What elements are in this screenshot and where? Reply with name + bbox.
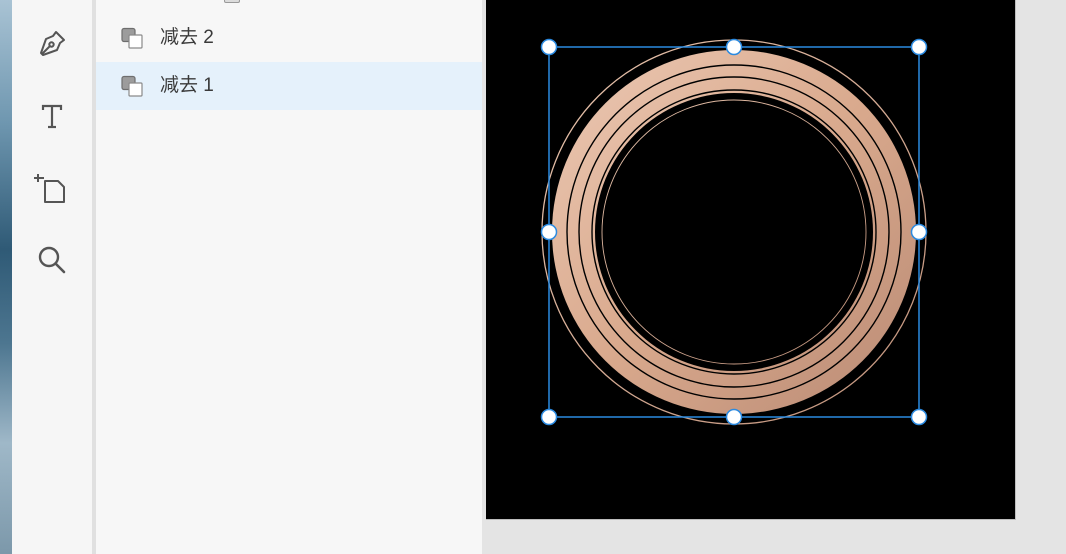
zoom-tool-button[interactable] [32,240,72,280]
layer-row-subtract-1[interactable]: 减去 1 [96,62,482,110]
pen-icon [40,31,65,56]
resize-handle-top [725,38,743,56]
resize-handle-bottom [725,408,743,426]
layers-panel: 减去 2 减去 1 [96,0,482,554]
artboard-tool-button[interactable] [32,168,72,208]
layer-label: 减去 1 [160,75,214,96]
resize-handle-top-right [910,38,928,56]
layer-label: 减去 2 [160,27,214,48]
desktop-background [0,0,12,554]
resize-handle-bottom-left [540,408,558,426]
text-icon [41,104,63,129]
resize-handle-bottom-right [910,408,928,426]
magnifier-icon [38,246,66,274]
tools-toolbar [12,0,93,554]
layer-row-subtract-2[interactable]: 减去 2 [96,14,482,62]
artboard-icon [34,174,65,203]
partial-layer-icon [224,0,240,3]
resize-handle-right [910,223,928,241]
resize-handle-left [540,223,558,241]
subtract-shape-icon [121,27,143,49]
text-tool-button[interactable] [32,96,72,136]
subtract-shape-icon [121,75,143,97]
canvas-artwork [540,38,928,426]
resize-handle-top-left [540,38,558,56]
artboard[interactable] [486,0,1016,520]
pen-tool-button[interactable] [32,24,72,64]
ring-shape[interactable] [541,39,927,425]
